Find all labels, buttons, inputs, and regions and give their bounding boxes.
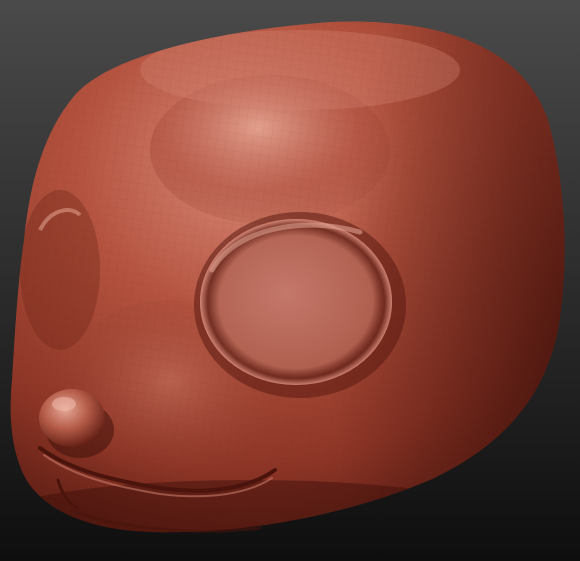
sculpt-viewport[interactable] (0, 0, 580, 561)
sculpt-canvas[interactable] (0, 0, 580, 561)
eye-socket[interactable] (194, 212, 406, 398)
nose-highlight (52, 397, 76, 411)
nose-tip (39, 389, 105, 447)
eye-socket-edge (200, 219, 392, 385)
